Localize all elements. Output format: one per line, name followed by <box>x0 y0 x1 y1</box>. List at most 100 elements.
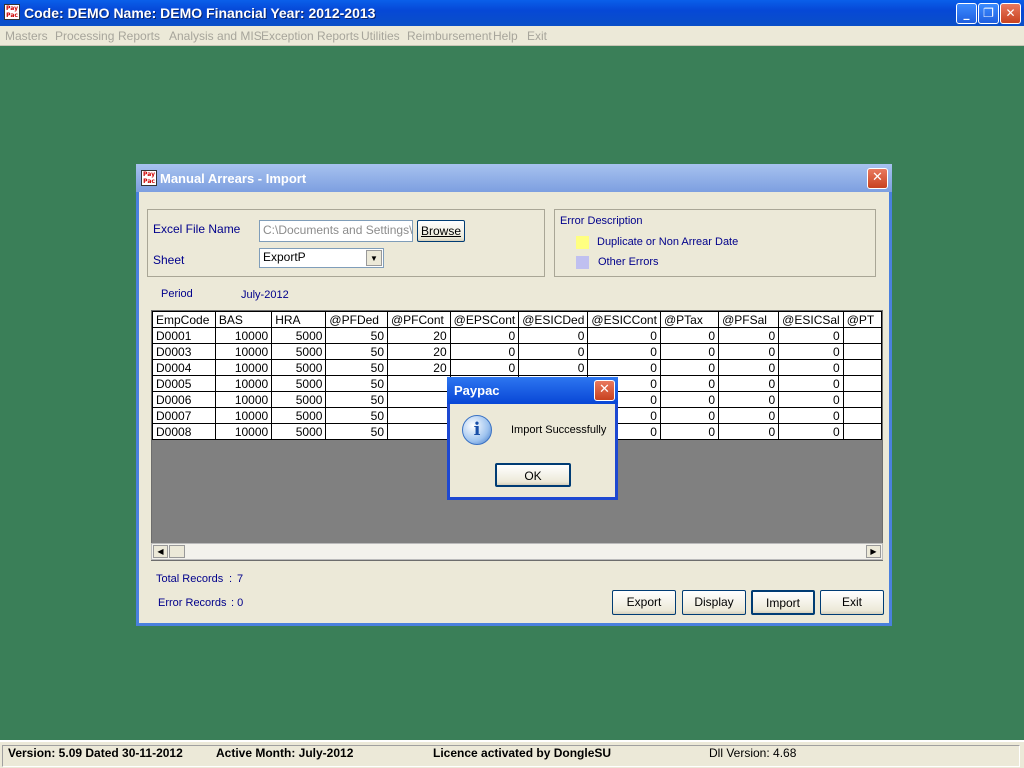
horizontal-scrollbar[interactable]: ◀ ▶ <box>151 543 883 560</box>
value-cell[interactable]: 50 <box>325 343 388 360</box>
value-cell[interactable]: 0 <box>718 391 780 408</box>
column-header[interactable]: BAS <box>214 311 273 328</box>
column-header[interactable]: HRA <box>271 311 327 328</box>
value-cell[interactable]: 5000 <box>271 423 327 440</box>
value-cell[interactable]: 0 <box>659 343 720 360</box>
table-row[interactable]: D0003 10000 5000 50 20 0 0 0 0 0 0 <box>152 343 882 360</box>
value-cell[interactable]: 5000 <box>271 343 327 360</box>
value-cell[interactable]: 0 <box>718 407 780 424</box>
value-cell[interactable]: 0 <box>778 359 844 376</box>
value-cell[interactable]: 10000 <box>214 407 273 424</box>
display-button[interactable]: Display <box>682 590 746 615</box>
value-cell[interactable]: 0 <box>778 407 844 424</box>
value-cell[interactable]: 0 <box>778 391 844 408</box>
value-cell[interactable]: 0 <box>718 423 780 440</box>
value-cell[interactable] <box>842 375 882 392</box>
column-header[interactable]: @ESICSal <box>778 311 844 328</box>
value-cell[interactable]: 10000 <box>214 327 273 344</box>
value-cell[interactable]: 50 <box>325 391 388 408</box>
emp-code-cell[interactable]: D0007 <box>152 407 216 424</box>
value-cell[interactable]: 0 <box>659 391 720 408</box>
emp-code-cell[interactable]: D0003 <box>152 343 216 360</box>
value-cell[interactable] <box>387 423 451 440</box>
value-cell[interactable]: 0 <box>449 359 520 376</box>
export-button[interactable]: Export <box>612 590 676 615</box>
value-cell[interactable]: 10000 <box>214 391 273 408</box>
value-cell[interactable]: 0 <box>449 343 520 360</box>
value-cell[interactable]: 5000 <box>271 375 327 392</box>
emp-code-cell[interactable]: D0001 <box>152 327 216 344</box>
value-cell[interactable]: 5000 <box>271 327 327 344</box>
table-row[interactable]: D0004 10000 5000 50 20 0 0 0 0 0 0 <box>152 359 882 376</box>
column-header[interactable]: EmpCode <box>152 311 216 328</box>
value-cell[interactable]: 20 <box>387 359 451 376</box>
emp-code-cell[interactable]: D0005 <box>152 375 216 392</box>
value-cell[interactable]: 20 <box>387 343 451 360</box>
column-header[interactable]: @ESICCont <box>587 311 661 328</box>
value-cell[interactable]: 0 <box>778 375 844 392</box>
value-cell[interactable]: 0 <box>659 407 720 424</box>
value-cell[interactable]: 0 <box>659 375 720 392</box>
value-cell[interactable]: 10000 <box>214 359 273 376</box>
value-cell[interactable]: 0 <box>587 343 661 360</box>
menu-analysis-mis[interactable]: Analysis and MIS <box>169 29 262 43</box>
value-cell[interactable]: 0 <box>718 359 780 376</box>
menu-help[interactable]: Help <box>493 29 518 43</box>
value-cell[interactable]: 50 <box>325 407 388 424</box>
value-cell[interactable] <box>842 423 882 440</box>
menu-reimbursement[interactable]: Reimbursement <box>407 29 492 43</box>
column-header[interactable]: @PFSal <box>718 311 780 328</box>
scroll-left-arrow-icon[interactable]: ◀ <box>153 545 168 558</box>
minimize-button[interactable]: _ <box>956 3 977 24</box>
close-button[interactable]: ✕ <box>1000 3 1021 24</box>
import-button[interactable]: Import <box>751 590 815 615</box>
value-cell[interactable] <box>842 327 882 344</box>
value-cell[interactable]: 50 <box>325 327 388 344</box>
value-cell[interactable]: 5000 <box>271 359 327 376</box>
value-cell[interactable]: 0 <box>449 327 520 344</box>
column-header[interactable]: @ESICDed <box>518 311 589 328</box>
value-cell[interactable]: 50 <box>325 359 388 376</box>
value-cell[interactable]: 5000 <box>271 407 327 424</box>
value-cell[interactable]: 0 <box>659 359 720 376</box>
value-cell[interactable]: 0 <box>778 423 844 440</box>
value-cell[interactable]: 10000 <box>214 423 273 440</box>
column-header[interactable]: @PTax <box>659 311 720 328</box>
column-header[interactable]: @PFDed <box>325 311 388 328</box>
value-cell[interactable] <box>842 391 882 408</box>
exit-button[interactable]: Exit <box>820 590 884 615</box>
column-header[interactable]: @PFCont <box>387 311 451 328</box>
value-cell[interactable]: 0 <box>718 327 780 344</box>
scroll-right-arrow-icon[interactable]: ▶ <box>866 545 881 558</box>
sheet-select[interactable]: ExportP ▼ <box>259 248 384 268</box>
emp-code-cell[interactable]: D0004 <box>152 359 216 376</box>
menu-processing[interactable]: Processing <box>55 29 114 43</box>
scroll-thumb[interactable] <box>169 545 185 558</box>
column-header[interactable]: @EPSCont <box>449 311 520 328</box>
dropdown-arrow-icon[interactable]: ▼ <box>366 250 382 266</box>
value-cell[interactable] <box>387 407 451 424</box>
menu-masters[interactable]: Masters <box>5 29 48 43</box>
menu-exception-reports[interactable]: Exception Reports <box>261 29 359 43</box>
ok-button[interactable]: OK <box>495 463 571 487</box>
emp-code-cell[interactable]: D0006 <box>152 391 216 408</box>
value-cell[interactable]: 5000 <box>271 391 327 408</box>
value-cell[interactable]: 20 <box>387 327 451 344</box>
dialog-close-button[interactable]: ✕ <box>867 168 888 189</box>
value-cell[interactable]: 0 <box>718 343 780 360</box>
value-cell[interactable]: 0 <box>778 327 844 344</box>
menu-utilities[interactable]: Utilities <box>361 29 400 43</box>
value-cell[interactable]: 50 <box>325 423 388 440</box>
value-cell[interactable] <box>842 359 882 376</box>
value-cell[interactable]: 10000 <box>214 343 273 360</box>
value-cell[interactable]: 50 <box>325 375 388 392</box>
value-cell[interactable]: 0 <box>659 423 720 440</box>
restore-button[interactable]: ❐ <box>978 3 999 24</box>
menu-reports[interactable]: Reports <box>118 29 160 43</box>
table-row[interactable]: D0001 10000 5000 50 20 0 0 0 0 0 0 <box>152 327 882 344</box>
value-cell[interactable]: 0 <box>587 327 661 344</box>
value-cell[interactable] <box>387 391 451 408</box>
value-cell[interactable]: 0 <box>518 343 589 360</box>
value-cell[interactable]: 0 <box>659 327 720 344</box>
value-cell[interactable]: 0 <box>587 359 661 376</box>
